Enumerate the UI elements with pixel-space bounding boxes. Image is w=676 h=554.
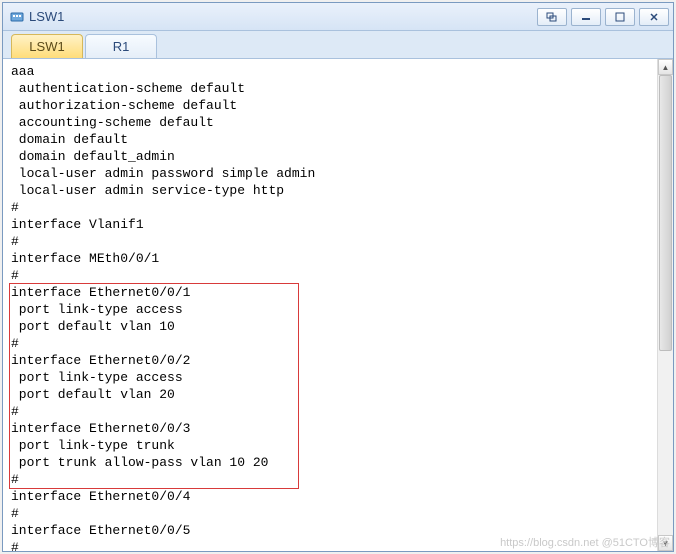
window-title: LSW1 [29, 9, 64, 24]
terminal-output[interactable]: aaa authentication-scheme default author… [3, 59, 657, 551]
highlight-box [9, 283, 299, 489]
scroll-down-button[interactable]: ▼ [658, 535, 673, 551]
minimize-button[interactable] [571, 8, 601, 26]
scroll-track[interactable] [658, 75, 673, 535]
tab-lsw1[interactable]: LSW1 [11, 34, 83, 58]
tabbar: LSW1 R1 [3, 31, 673, 59]
scroll-up-button[interactable]: ▲ [658, 59, 673, 75]
titlebar: LSW1 [3, 3, 673, 31]
maximize-button[interactable] [605, 8, 635, 26]
window-frame: LSW1 LSW1 R1 aaa authentication-scheme d… [2, 2, 674, 552]
detach-button[interactable] [537, 8, 567, 26]
scroll-thumb[interactable] [659, 75, 672, 351]
tab-r1[interactable]: R1 [85, 34, 157, 58]
vertical-scrollbar: ▲ ▼ [657, 59, 673, 551]
close-button[interactable] [639, 8, 669, 26]
window-controls [537, 8, 669, 26]
content-wrap: aaa authentication-scheme default author… [3, 59, 673, 551]
tab-label: LSW1 [29, 39, 64, 54]
tab-label: R1 [113, 39, 130, 54]
app-icon [9, 9, 25, 25]
